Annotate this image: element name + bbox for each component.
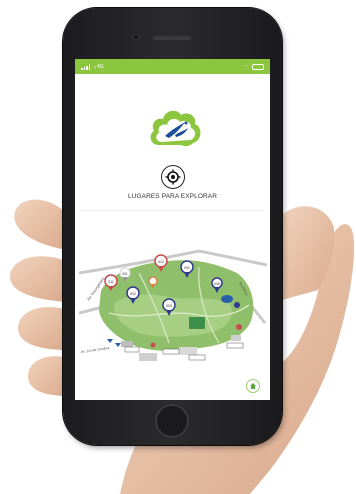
svg-text:008: 008 [214, 282, 220, 286]
cloud-bird-logo-icon [150, 110, 201, 147]
map-marker[interactable] [150, 342, 156, 348]
street-label: Av. 1ro de Octubre [81, 346, 110, 354]
divider [81, 210, 264, 211]
status-right-text: ⁻⁻ [242, 63, 248, 70]
svg-text:011: 011 [108, 280, 114, 284]
app-screen: ᵢₗ 4G ⁻⁻ LUGARES PARA EXPLORAR Av. Insur… [75, 59, 270, 400]
crosshair-target-icon [165, 169, 181, 185]
locate-target-button[interactable] [161, 165, 185, 189]
home-icon [250, 383, 256, 389]
svg-text:002: 002 [130, 292, 136, 296]
signal-icon [81, 63, 90, 70]
home-button[interactable] [246, 379, 260, 393]
svg-text:001: 001 [184, 266, 190, 270]
phone-home-button[interactable] [155, 404, 189, 438]
svg-text:003: 003 [166, 304, 172, 308]
phone-device: ᵢₗ 4G ⁻⁻ LUGARES PARA EXPLORAR Av. Insur… [63, 8, 282, 445]
map-marker[interactable] [236, 324, 242, 330]
map-marker[interactable] [234, 302, 240, 308]
park-map[interactable]: Av. Insurgentes Av. 1ro de Octubre Perif… [79, 243, 267, 369]
status-bar: ᵢₗ 4G ⁻⁻ [75, 59, 270, 74]
svg-text:001: 001 [122, 272, 128, 276]
explore-places-title: LUGARES PARA EXPLORAR [127, 193, 218, 200]
carrier-text: ᵢₗ 4G [94, 63, 104, 70]
svg-text:012: 012 [158, 260, 164, 264]
battery-icon [252, 63, 264, 70]
camera-icon [132, 33, 140, 41]
speaker-grille [153, 36, 191, 40]
